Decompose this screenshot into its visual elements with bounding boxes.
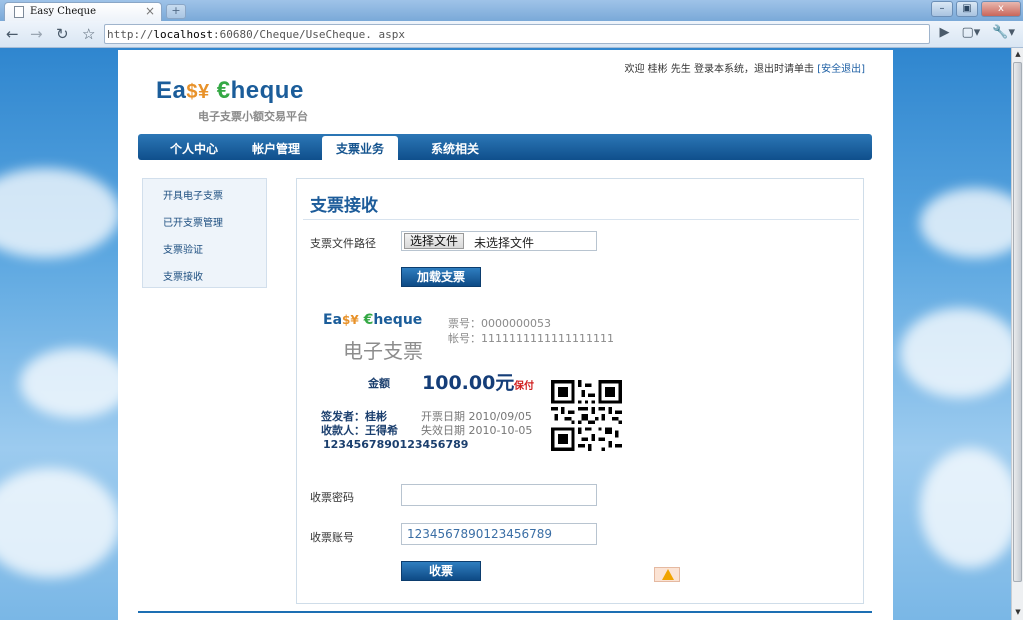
welcome-message: 欢迎 桂彬 先生 登录本系统，退出时请单击 [安全退出] bbox=[624, 64, 865, 75]
cloud-decoration bbox=[920, 448, 1011, 568]
tab-title: Easy Cheque bbox=[30, 6, 96, 17]
file-input[interactable]: 选择文件 未选择文件 bbox=[401, 231, 597, 251]
wrench-icon[interactable]: 🔧▾ bbox=[992, 25, 1015, 40]
receive-cheque-panel: 支票接收 支票文件路径 选择文件 未选择文件 加载支票 Ea$¥ €heque … bbox=[296, 178, 864, 604]
browser-tab[interactable]: Easy Cheque × bbox=[4, 2, 162, 21]
maximize-button[interactable]: ▣ bbox=[956, 1, 978, 17]
scroll-down-icon[interactable]: ▼ bbox=[1013, 608, 1023, 618]
minimize-button[interactable]: – bbox=[931, 1, 953, 17]
cheque-account: 帐号：1111111111111111111 bbox=[448, 332, 614, 345]
logout-link[interactable]: [安全退出] bbox=[817, 64, 865, 75]
cheque-payee: 收款人：王得希 bbox=[321, 424, 398, 437]
guarantee-badge: 保付 bbox=[514, 381, 534, 392]
forward-icon[interactable]: → bbox=[30, 25, 43, 43]
go-icon[interactable]: ▶ bbox=[939, 25, 949, 40]
browser-tools: ▶ ▢▾ 🔧▾ bbox=[939, 25, 1015, 40]
site-subtitle: 电子支票小额交易平台 bbox=[198, 110, 308, 123]
site-container: 欢迎 桂彬 先生 登录本系统，退出时请单击 [安全退出] Ea$¥ €heque… bbox=[118, 50, 893, 620]
page-menu-icon[interactable]: ▢▾ bbox=[961, 25, 980, 40]
title-divider bbox=[303, 219, 859, 220]
cloud-decoration bbox=[20, 348, 130, 418]
sidebar-item-receive-cheque[interactable]: 支票接收 bbox=[163, 268, 203, 283]
cheque-preview: Ea$¥ €heque 电子支票 票号：0000000053 帐号：111111… bbox=[315, 309, 635, 459]
cheque-logo: Ea$¥ €heque bbox=[323, 312, 423, 328]
warning-icon bbox=[654, 567, 680, 582]
close-window-button[interactable]: x bbox=[981, 1, 1021, 17]
nav-system[interactable]: 系统相关 bbox=[431, 140, 479, 157]
sidebar: 开具电子支票 已开支票管理 支票验证 支票接收 bbox=[142, 178, 267, 288]
sidebar-item-verify-cheque[interactable]: 支票验证 bbox=[163, 241, 203, 256]
new-tab-button[interactable]: + bbox=[166, 4, 186, 19]
qr-code-icon bbox=[551, 380, 622, 451]
address-bar[interactable]: http://localhost:60680/Cheque/UseCheque.… bbox=[104, 24, 930, 44]
browser-titlebar: Easy Cheque × + – ▣ x bbox=[0, 0, 1023, 21]
page-title: 支票接收 bbox=[310, 196, 378, 216]
star-icon[interactable]: ☆ bbox=[82, 25, 95, 43]
receive-button[interactable]: 收票 bbox=[401, 561, 481, 581]
cheque-number: 票号：0000000053 bbox=[448, 317, 551, 330]
sidebar-item-issue-cheque[interactable]: 开具电子支票 bbox=[163, 187, 223, 202]
url-text: http://localhost:60680/Cheque/UseCheque.… bbox=[107, 28, 406, 41]
main-nav: 个人中心 帐户管理 支票业务 系统相关 bbox=[138, 134, 872, 160]
tab-close-icon[interactable]: × bbox=[145, 4, 155, 18]
amount-label: 金额 bbox=[368, 377, 390, 390]
reload-icon[interactable]: ↻ bbox=[56, 25, 69, 43]
vertical-scrollbar[interactable]: ▲ ▼ bbox=[1011, 48, 1023, 620]
window-controls: – ▣ x bbox=[931, 1, 1021, 17]
load-cheque-button[interactable]: 加载支票 bbox=[401, 267, 481, 287]
file-status: 未选择文件 bbox=[474, 236, 535, 250]
nav-account-management[interactable]: 帐户管理 bbox=[252, 140, 300, 157]
site-logo: Ea$¥ €heque bbox=[156, 77, 304, 104]
nav-cheque-business[interactable]: 支票业务 bbox=[322, 136, 399, 160]
file-path-label: 支票文件路径 bbox=[310, 237, 376, 250]
nav-personal-center[interactable]: 个人中心 bbox=[170, 140, 218, 157]
cloud-decoration bbox=[920, 188, 1011, 258]
cheque-name: 电子支票 bbox=[343, 339, 423, 363]
payee-account: 1234567890123456789 bbox=[323, 438, 469, 451]
choose-file-button[interactable]: 选择文件 bbox=[404, 233, 465, 249]
cloud-decoration bbox=[0, 468, 120, 578]
cheque-amount: 100.00元 bbox=[422, 372, 515, 394]
back-icon[interactable]: ← bbox=[6, 25, 19, 43]
scroll-thumb[interactable] bbox=[1013, 62, 1022, 582]
scroll-up-icon[interactable]: ▲ bbox=[1013, 50, 1023, 60]
password-label: 收票密码 bbox=[310, 491, 354, 504]
password-field[interactable] bbox=[401, 484, 597, 506]
expiry-date: 失效日期 2010-10-05 bbox=[421, 424, 533, 437]
page-icon bbox=[14, 6, 24, 18]
sidebar-item-issued-cheques[interactable]: 已开支票管理 bbox=[163, 214, 223, 229]
cloud-decoration bbox=[900, 308, 1011, 398]
account-label: 收票账号 bbox=[310, 531, 354, 544]
footer-divider bbox=[138, 611, 872, 613]
account-field[interactable]: 1234567890123456789 bbox=[401, 523, 597, 545]
cloud-decoration bbox=[0, 168, 120, 258]
browser-toolbar: ← → ↻ ☆ http://localhost:60680/Cheque/Us… bbox=[0, 21, 1023, 48]
